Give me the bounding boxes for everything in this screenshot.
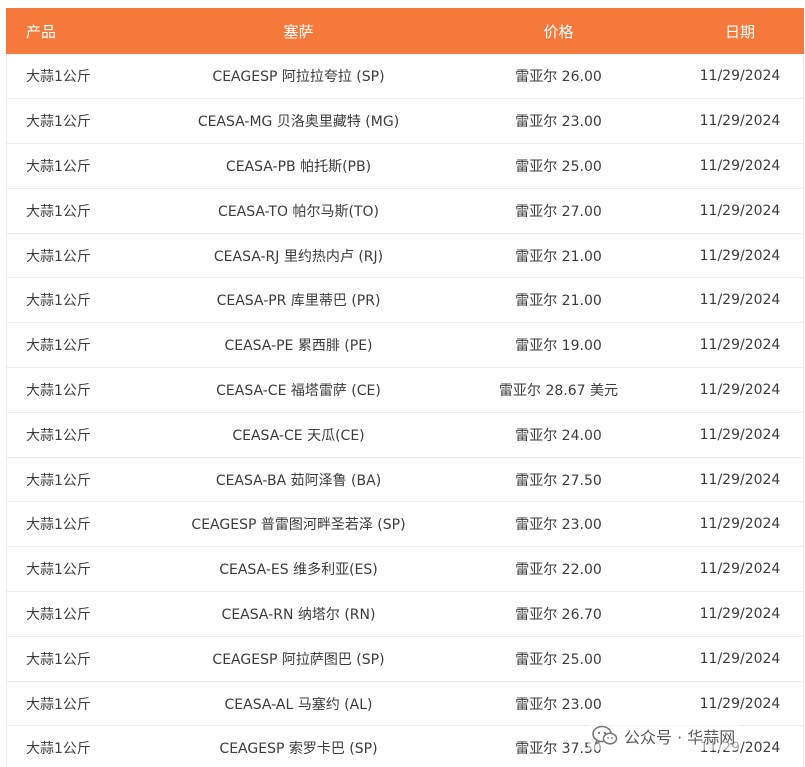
cell-market: CEASA-RJ 里约热内卢 (RJ) (213, 248, 384, 265)
cell-price: 雷亚尔 23.00 (515, 696, 602, 713)
cell-date: 11/29/2024 (699, 247, 781, 264)
cell-product: 大蒜1公斤 (26, 472, 91, 489)
cell-product: 大蒜1公斤 (26, 114, 91, 131)
column-header-date[interactable]: 日期 (676, 8, 804, 54)
cell-date: 11/29/2024 (699, 68, 781, 85)
cell-product: 大蒜1公斤 (26, 338, 91, 355)
table-header-row: 产品 塞萨 价格 日期 (6, 8, 804, 54)
cell-price: 雷亚尔 21.00 (515, 293, 602, 310)
cell-market: CEASA-CE 福塔雷萨 (CE) (216, 382, 381, 399)
cell-date: 11/29/2024 (699, 202, 781, 219)
cell-product: 大蒜1公斤 (26, 382, 91, 399)
cell-price: 雷亚尔 24.00 (515, 427, 602, 444)
table-row: 大蒜1公斤 CEASA-CE 福塔雷萨 (CE) 雷亚尔 28.67 美元 11/29… (6, 367, 804, 413)
cell-date: 11/29/2024 (699, 516, 781, 533)
cell-date: 11/29/2024 (699, 695, 781, 712)
cell-price: 雷亚尔 27.00 (515, 203, 602, 220)
table-right-border (803, 54, 804, 767)
cell-date: 11/29/2024 (699, 292, 781, 309)
cell-date: 11/29/2024 (699, 605, 781, 622)
cell-price: 雷亚尔 19.00 (515, 338, 602, 355)
cell-date: 11/29/2024 (699, 113, 781, 130)
table-row: 大蒜1公斤 CEAGESP 阿拉拉夸拉 (SP) 雷亚尔 26.00 11/29/20… (6, 54, 804, 99)
table-row: 大蒜1公斤 CEASA-TO 帕尔马斯(TO) 雷亚尔 27.00 11/29/202… (6, 188, 804, 234)
table-row: 大蒜1公斤 CEASA-ES 维多利亚(ES) 雷亚尔 22.00 11/29/202… (6, 546, 804, 592)
column-header-product[interactable]: 产品 (6, 8, 156, 54)
cell-product: 大蒜1公斤 (26, 562, 91, 579)
cell-product: 大蒜1公斤 (26, 69, 91, 86)
cell-market: CEAGESP 阿拉萨图巴 (SP) (212, 651, 385, 668)
cell-product: 大蒜1公斤 (26, 696, 91, 713)
cell-market: CEAGESP 索罗卡巴 (SP) (219, 741, 378, 758)
column-header-price[interactable]: 价格 (441, 8, 676, 54)
cell-market: CEASA-PE 累西腓 (PE) (224, 338, 373, 355)
cell-market: CEASA-PR 库里蒂巴 (PR) (216, 293, 381, 310)
cell-market: CEASA-ES 维多利亚(ES) (219, 562, 378, 579)
wechat-icon (592, 725, 618, 745)
cell-price: 雷亚尔 25.00 (515, 651, 602, 668)
cell-market: CEASA-PB 帕托斯(PB) (225, 158, 372, 175)
price-table-container: 产品 塞萨 价格 日期 大蒜1公斤 CEAGESP 阿拉拉夸拉 (SP) 雷亚尔 2… (6, 8, 804, 767)
table-header: 产品 塞萨 价格 日期 (6, 8, 804, 54)
cell-price: 雷亚尔 23.00 (515, 517, 602, 534)
table-row: 大蒜1公斤 CEASA-AL 马塞约 (AL) 雷亚尔 23.00 11/29/202… (6, 681, 804, 726)
cell-product: 大蒜1公斤 (26, 293, 91, 310)
cell-price: 雷亚尔 28.67 美元 (499, 382, 618, 399)
table-row: 大蒜1公斤 CEASA-BA 茹阿泽鲁 (BA) 雷亚尔 27.50 11/29/20… (6, 457, 804, 502)
table-body: 大蒜1公斤 CEAGESP 阿拉拉夸拉 (SP) 雷亚尔 26.00 11/29/20… (6, 54, 804, 767)
cell-date: 11/29/2024 (699, 426, 781, 443)
cell-market: CEASA-BA 茹阿泽鲁 (BA) (215, 472, 382, 489)
table-row: 大蒜1公斤 CEASA-MG 贝洛奥里藏特 (MG) 雷亚尔 23.00 11/29/… (6, 98, 804, 144)
table-row: 大蒜1公斤 CEAGESP 阿拉萨图巴 (SP) 雷亚尔 25.00 11/29/20… (6, 636, 804, 682)
table-row: 大蒜1公斤 CEASA-RJ 里约热内卢 (RJ) 雷亚尔 21.00 11/29/2… (6, 233, 804, 278)
cell-date: 11/29/2024 (699, 471, 781, 488)
table-row: 大蒜1公斤 CEASA-PB 帕托斯(PB) 雷亚尔 25.00 11/29/2024 (6, 144, 804, 189)
cell-market: CEASA-TO 帕尔马斯(TO) (218, 203, 379, 220)
cell-market: CEASA-CE 天瓜(CE) (232, 427, 365, 444)
cell-price: 雷亚尔 23.00 (515, 114, 602, 131)
cell-market: CEAGESP 阿拉拉夸拉 (SP) (212, 69, 385, 86)
cell-product: 大蒜1公斤 (26, 651, 91, 668)
cell-product: 大蒜1公斤 (26, 203, 91, 220)
cell-price: 雷亚尔 26.00 (515, 69, 602, 86)
cell-product: 大蒜1公斤 (26, 741, 91, 758)
cell-price: 雷亚尔 25.00 (515, 158, 602, 175)
cell-date: 11/29/2024 (699, 381, 781, 398)
cell-price: 雷亚尔 26.70 (515, 606, 602, 623)
cell-date: 11/29/2024 (699, 157, 781, 174)
cell-market: CEASA-MG 贝洛奥里藏特 (MG) (197, 114, 400, 131)
cell-price: 雷亚尔 27.50 (515, 472, 602, 489)
table-row: 大蒜1公斤 CEASA-RN 纳塔尔 (RN) 雷亚尔 26.70 11/29/202… (6, 592, 804, 637)
cell-product: 大蒜1公斤 (26, 606, 91, 623)
table-row: 大蒜1公斤 CEAGESP 普雷图河畔圣若泽 (SP) 雷亚尔 23.00 11/29… (6, 502, 804, 547)
cell-product: 大蒜1公斤 (26, 427, 91, 444)
cell-market: CEASA-AL 马塞约 (AL) (224, 696, 373, 713)
cell-product: 大蒜1公斤 (26, 158, 91, 175)
cell-product: 大蒜1公斤 (26, 248, 91, 265)
cell-date: 11/29/2024 (699, 561, 781, 578)
cell-date: 11/29/2024 (699, 337, 781, 354)
table-left-border (6, 54, 7, 767)
cell-price: 雷亚尔 21.00 (515, 248, 602, 265)
cell-market: CEAGESP 普雷图河畔圣若泽 (SP) (191, 517, 406, 534)
watermark: 公众号 · 华蒜网 (588, 722, 740, 750)
column-header-market[interactable]: 塞萨 (156, 8, 441, 54)
table-row: 大蒜1公斤 CEASA-PE 累西腓 (PE) 雷亚尔 19.00 11/29/202… (6, 323, 804, 368)
watermark-text: 公众号 · 华蒜网 (624, 728, 736, 747)
table-row: 大蒜1公斤 CEASA-PR 库里蒂巴 (PR) 雷亚尔 21.00 11/29/20… (6, 277, 804, 323)
price-table: 产品 塞萨 价格 日期 大蒜1公斤 CEAGESP 阿拉拉夸拉 (SP) 雷亚尔 2… (6, 8, 804, 767)
cell-market: CEASA-RN 纳塔尔 (RN) (221, 606, 376, 623)
cell-date: 11/29/2024 (699, 650, 781, 667)
cell-price: 雷亚尔 22.00 (515, 562, 602, 579)
cell-product: 大蒜1公斤 (26, 517, 91, 534)
table-row: 大蒜1公斤 CEASA-CE 天瓜(CE) 雷亚尔 24.00 11/29/2024 (6, 412, 804, 458)
